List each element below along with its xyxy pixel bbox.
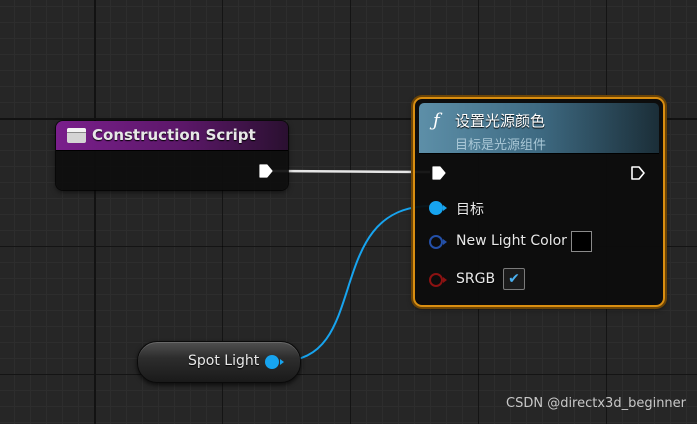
srgb-checkbox[interactable]: ✔ (503, 268, 525, 290)
exec-wire[interactable] (271, 169, 431, 174)
construction-script-title: Construction Script (92, 126, 256, 144)
spot-light-label: Spot Light (188, 353, 260, 369)
function-node-title: 设置光源颜色 (455, 112, 546, 130)
exec-out-pin-icon[interactable] (630, 165, 646, 181)
exec-in-pin-icon[interactable] (431, 165, 447, 181)
function-node-subtitle: 目标是光源组件 (455, 138, 547, 153)
spot-light-out-pin-icon[interactable] (265, 355, 279, 369)
construction-script-header[interactable]: Construction Script (56, 121, 288, 151)
new-light-color-label: New Light Color (456, 233, 567, 249)
set-light-color-header[interactable]: ƒ 设置光源颜色 目标是光源组件 (419, 103, 659, 154)
construction-script-node[interactable]: Construction Script (56, 121, 288, 190)
set-light-color-node[interactable]: ƒ 设置光源颜色 目标是光源组件 目标 New Light Color SRGB… (413, 97, 665, 307)
srgb-label: SRGB (456, 271, 496, 287)
target-pin-label: 目标 (456, 202, 484, 218)
color-swatch[interactable] (571, 231, 592, 252)
target-pin-icon[interactable] (429, 201, 443, 215)
pin-arrow-icon (443, 277, 447, 283)
color-pin-icon[interactable] (429, 235, 443, 249)
bool-pin-icon[interactable] (429, 273, 443, 287)
event-graph-icon (67, 128, 86, 143)
spot-light-variable-node[interactable]: Spot Light (137, 341, 301, 383)
exec-out-pin-icon[interactable] (258, 163, 274, 179)
function-icon: ƒ (433, 110, 440, 131)
pin-arrow-icon (443, 205, 447, 211)
pin-arrow-icon (280, 359, 284, 365)
target-wire[interactable] (281, 204, 433, 362)
watermark: CSDN @directx3d_beginner (506, 396, 687, 411)
pin-arrow-icon (443, 239, 447, 245)
